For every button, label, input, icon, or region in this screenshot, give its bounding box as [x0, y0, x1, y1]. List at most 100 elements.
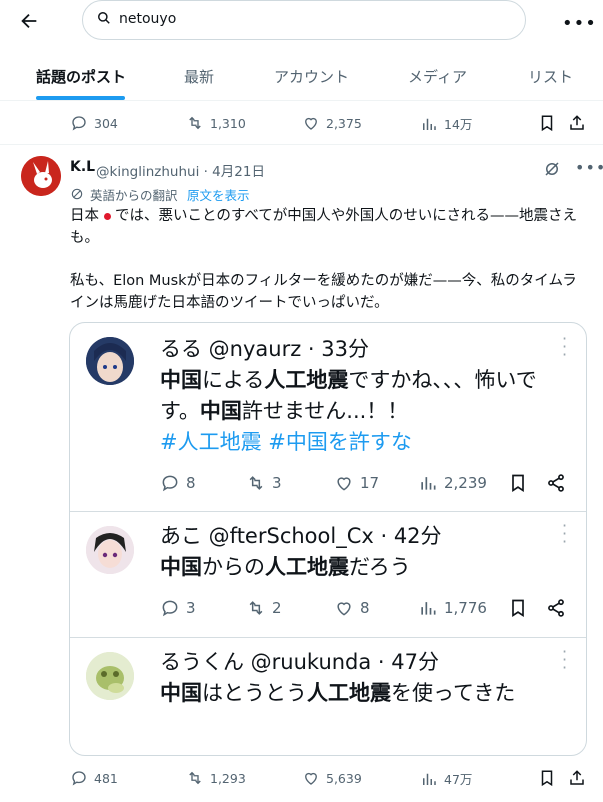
- reply-metric: 8: [160, 473, 196, 493]
- tab-top[interactable]: 話題のポスト: [36, 66, 126, 87]
- embedded-author: るる @nyaurz · 33分: [160, 337, 369, 361]
- reply-count: 304: [94, 115, 118, 131]
- tab-lists[interactable]: リスト: [528, 66, 573, 87]
- body-bold: 人工地震: [307, 681, 391, 705]
- bookmark-icon[interactable]: [538, 114, 556, 136]
- heart-icon: [305, 772, 317, 785]
- repost-count: 3: [272, 474, 282, 492]
- reply-button[interactable]: 304: [70, 114, 118, 132]
- body-bold: 人工地震: [264, 368, 349, 392]
- reply-icon: [162, 475, 178, 492]
- post-text-part: では、悪いことのすべてが中国人や外国人のせいにされる——地震さえも。: [70, 208, 577, 246]
- post-text-part: 日本: [70, 208, 99, 224]
- post-more-icon[interactable]: •••: [575, 158, 603, 177]
- search-input[interactable]: [117, 10, 501, 28]
- like-button[interactable]: 2,375: [302, 114, 362, 132]
- views-icon: [423, 773, 436, 785]
- tab-latest[interactable]: 最新: [184, 66, 214, 87]
- repost-count: 2: [272, 599, 282, 617]
- active-tab-indicator: [36, 96, 125, 100]
- body-bold: 中国: [160, 368, 202, 392]
- kebab-menu-icon: · · ·: [562, 516, 568, 551]
- search-box[interactable]: [82, 0, 526, 40]
- tab-accounts[interactable]: アカウント: [274, 66, 349, 87]
- views-metric: 1,776: [418, 598, 487, 618]
- like-count: 8: [360, 599, 370, 617]
- repost-count: 1,310: [210, 115, 246, 131]
- views-count: 1,776: [444, 599, 487, 617]
- views-icon: [423, 118, 436, 130]
- body-text: 許せません...！！: [241, 399, 409, 423]
- body-bold: 人工地震: [265, 555, 349, 579]
- embedded-body: 中国による人工地震ですかね、、、怖いです。中国許せません...！！ #人工地震 …: [160, 365, 560, 458]
- grok-icon[interactable]: [543, 160, 561, 182]
- heart-icon: [337, 477, 351, 491]
- like-count: 2,375: [326, 115, 362, 131]
- author-name[interactable]: K.L: [70, 159, 95, 175]
- share-icon[interactable]: [568, 114, 586, 136]
- share-icon: [546, 598, 566, 622]
- translate-icon: [70, 186, 84, 205]
- reply-icon: [162, 600, 178, 617]
- reply-icon: [72, 771, 86, 786]
- repost-metric: 3: [246, 473, 282, 493]
- body-bold: 中国: [160, 555, 202, 579]
- back-arrow-icon[interactable]: [18, 10, 44, 36]
- repost-metric: 2: [246, 598, 282, 618]
- bookmark-icon: [508, 598, 528, 622]
- bookmark-icon[interactable]: [538, 769, 556, 791]
- embedded-author: あこ @fterSchool_Cx · 42分: [160, 524, 442, 548]
- heart-icon: [305, 117, 317, 130]
- search-icon: [98, 12, 110, 24]
- like-metric: 8: [334, 598, 370, 618]
- more-options-icon[interactable]: •••: [562, 13, 597, 34]
- like-button[interactable]: 5,639: [302, 769, 362, 787]
- views-count: 2,239: [444, 474, 487, 492]
- embedded-author: るうくん @ruukunda · 47分: [160, 650, 440, 674]
- kebab-menu-icon: · · ·: [562, 642, 568, 677]
- repost-count: 1,293: [210, 770, 246, 786]
- post-text: 日本 では、悪いことのすべてが中国人や外国人のせいにされる——地震さえも。: [70, 205, 590, 249]
- repost-button[interactable]: 1,293: [186, 769, 246, 787]
- avatar[interactable]: [21, 156, 61, 196]
- body-text: だろう: [349, 555, 411, 579]
- reply-count: 3: [186, 599, 196, 617]
- views-icon: [421, 477, 436, 490]
- embedded-body: 中国からの人工地震だろう: [160, 552, 560, 583]
- reply-count: 481: [94, 770, 118, 786]
- embedded-tweet: あこ @fterSchool_Cx · 42分 · · · 中国からの人工地震だろう…: [70, 512, 586, 637]
- views-button[interactable]: 47万: [420, 769, 472, 788]
- repost-icon: [249, 476, 263, 490]
- show-original-link[interactable]: 原文を表示: [187, 185, 250, 204]
- bookmark-icon: [508, 473, 528, 497]
- repost-icon: [189, 116, 201, 130]
- reply-metric: 3: [160, 598, 196, 618]
- body-bold: 中国: [160, 681, 202, 705]
- tab-media[interactable]: メディア: [408, 66, 467, 87]
- embedded-body: 中国はとうとう人工地震を使ってきた: [160, 678, 560, 709]
- body-bold: 中国: [199, 399, 242, 423]
- views-count: 47万: [444, 772, 473, 787]
- reply-count: 8: [186, 474, 196, 492]
- heart-icon: [337, 602, 351, 616]
- hashtags: #人工地震 #中国を許すな: [160, 430, 412, 454]
- like-metric: 17: [334, 473, 379, 493]
- body-text: による: [202, 368, 265, 392]
- like-count: 17: [360, 474, 380, 492]
- like-count: 5,639: [326, 770, 362, 786]
- repost-icon: [249, 601, 263, 615]
- divider: [0, 144, 603, 145]
- post-text-paragraph-2: 私も、Elon Muskが日本のフィルターを緩めたのが嫌だ——今、私のタイムライ…: [70, 273, 577, 311]
- embedded-tweet: るる @nyaurz · 33分 · · · 中国による人工地震ですかね、、、怖いで…: [70, 323, 586, 511]
- views-button[interactable]: 14万: [420, 114, 472, 133]
- body-text: はとうとう: [202, 681, 307, 705]
- repost-button[interactable]: 1,310: [186, 114, 246, 132]
- embedded-image-card[interactable]: るる @nyaurz · 33分 · · · 中国による人工地震ですかね、、、怖いで…: [69, 322, 587, 756]
- reply-button[interactable]: 481: [70, 769, 118, 787]
- reply-icon: [72, 116, 86, 131]
- kebab-menu-icon: · · ·: [562, 329, 568, 364]
- body-text: からの: [202, 555, 265, 579]
- author-handle-date[interactable]: @kinglinzhuhui · 4月21日: [96, 160, 265, 180]
- share-icon[interactable]: [568, 769, 586, 791]
- top-bar: ••• 話題のポスト 最新 アカウント メディア リスト: [0, 0, 603, 101]
